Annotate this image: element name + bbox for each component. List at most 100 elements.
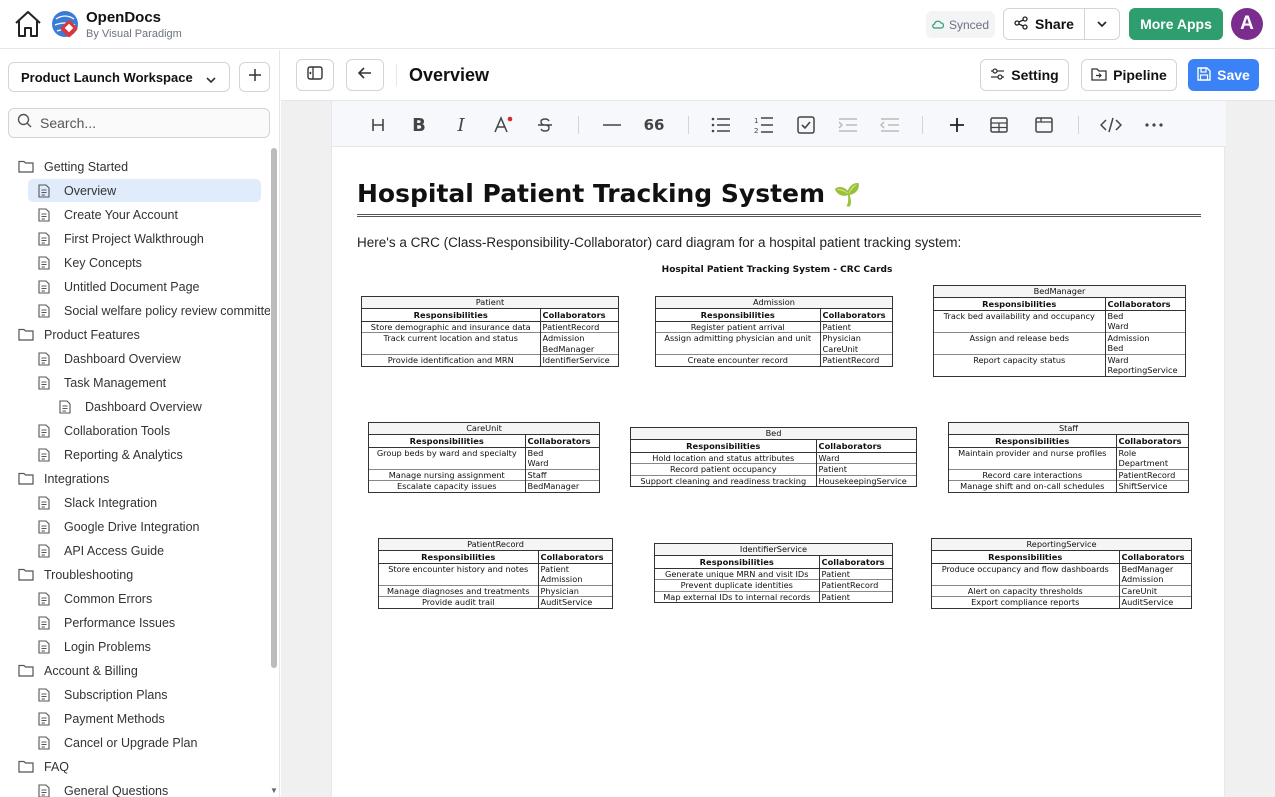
code-icon[interactable] <box>1098 112 1124 138</box>
outdent-icon[interactable] <box>877 112 903 138</box>
scroll-down-icon[interactable]: ▼ <box>270 786 278 795</box>
pipeline-button[interactable]: Pipeline <box>1081 59 1177 91</box>
sidebar: Product Launch Workspace Getting Started… <box>0 50 280 797</box>
collaborators-cell: Physician CareUnit <box>819 332 892 355</box>
workspace-selector[interactable]: Product Launch Workspace <box>8 62 230 92</box>
collaborator: IdentifierService <box>542 355 610 365</box>
back-button[interactable] <box>346 59 384 91</box>
collaborators-cell: BedManager Admission <box>1118 563 1191 585</box>
text-color-icon[interactable] <box>490 112 516 138</box>
sidebar-item[interactable]: General Questions <box>0 779 168 797</box>
collaborator: Patient <box>540 563 570 574</box>
sidebar-item[interactable]: Untitled Document Page <box>0 275 200 298</box>
crc-table: Responsibilities Collaborators Group beds … <box>369 435 599 492</box>
collaborators-cell: Admission Bed <box>1104 331 1185 354</box>
collaborator: Ward <box>1107 354 1129 365</box>
responsibility-cell: Create encounter record <box>656 354 820 366</box>
sidebar-item[interactable]: Collaboration Tools <box>0 419 170 442</box>
table-icon[interactable] <box>986 112 1012 138</box>
plus-icon[interactable] <box>944 112 970 138</box>
sidebar-item[interactable]: Dashboard Overview <box>0 347 181 370</box>
sidebar-item[interactable]: Dashboard Overview <box>0 395 202 418</box>
italic-icon[interactable]: I <box>448 112 474 138</box>
document-icon <box>38 423 50 438</box>
bullet-list-icon[interactable] <box>708 112 734 138</box>
strikethrough-icon[interactable] <box>532 112 558 138</box>
document-icon <box>59 399 71 414</box>
sidebar-item[interactable]: Create Your Account <box>0 203 178 226</box>
document-editor[interactable]: B I 66 12 Hospital Patient Tracking Syst… <box>331 101 1226 797</box>
horizontal-rule-icon[interactable] <box>599 112 625 138</box>
sidebar-item[interactable]: Key Concepts <box>0 251 142 274</box>
sidebar-scrollbar[interactable] <box>271 148 277 668</box>
sidebar-folder[interactable]: Integrations <box>0 467 109 490</box>
sidebar-item[interactable]: Payment Methods <box>0 707 165 730</box>
sidebar-item-label: Overview <box>64 183 117 198</box>
search-input[interactable] <box>40 115 250 131</box>
document-icon <box>38 735 50 750</box>
sidebar-item[interactable]: First Project Walkthrough <box>0 227 204 250</box>
chevron-down-icon <box>205 72 217 87</box>
sidebar-folder[interactable]: Getting Started <box>0 155 128 178</box>
share-button[interactable]: Share <box>1003 8 1085 40</box>
svg-text:1: 1 <box>754 117 758 125</box>
sidebar-folder[interactable]: Product Features <box>0 323 140 346</box>
checklist-icon[interactable] <box>793 112 819 138</box>
sidebar-item[interactable]: Performance Issues <box>0 611 175 634</box>
crc-class-name: Admission <box>656 297 892 309</box>
crc-card: BedManager Responsibilities Collaborators T… <box>933 285 1186 377</box>
crc-table: Responsibilities Collaborators Generate un… <box>655 556 892 602</box>
document-icon <box>38 303 50 318</box>
more-options-icon[interactable] <box>1141 112 1167 138</box>
collaborators-cell: CareUnit <box>1118 584 1191 597</box>
sidebar-item[interactable]: API Access Guide <box>0 539 164 562</box>
sidebar-item[interactable]: Login Problems <box>0 635 151 658</box>
user-avatar[interactable]: A <box>1231 8 1263 40</box>
toggle-sidebar-button[interactable] <box>296 59 334 91</box>
sidebar-folder[interactable]: FAQ <box>0 755 69 778</box>
sidebar-item-label: Untitled Document Page <box>64 279 200 294</box>
sidebar-folder[interactable]: Account & Billing <box>0 659 138 682</box>
plus-icon <box>248 68 262 87</box>
collaborators-cell: BedManager <box>524 480 599 492</box>
divider <box>396 64 397 86</box>
sidebar-item-label: Google Drive Integration <box>64 519 200 534</box>
sidebar-item[interactable]: Cancel or Upgrade Plan <box>0 731 197 754</box>
more-apps-button[interactable]: More Apps <box>1129 8 1223 40</box>
crc-table: Responsibilities Collaborators Register pa… <box>656 309 892 366</box>
indent-icon[interactable] <box>835 112 861 138</box>
sidebar-item-label: Slack Integration <box>64 495 158 510</box>
save-icon <box>1197 66 1211 84</box>
collaborators-cell: Patient <box>818 568 892 580</box>
page-title: Overview <box>409 65 490 85</box>
document-icon <box>38 543 50 558</box>
share-dropdown-button[interactable] <box>1084 8 1120 40</box>
heading-icon[interactable] <box>365 112 391 138</box>
arrow-left-icon <box>357 66 372 84</box>
responsibility-cell: Register patient arrival <box>690 321 785 332</box>
collaborators-cell: Patient <box>815 463 916 475</box>
add-workspace-button[interactable] <box>239 62 270 92</box>
bold-icon[interactable]: B <box>406 112 432 138</box>
sidebar-item[interactable]: Task Management <box>0 371 166 394</box>
quote-icon[interactable]: 66 <box>641 112 667 138</box>
collaborator: Department <box>1118 458 1169 468</box>
sidebar-item[interactable]: Overview <box>28 179 261 202</box>
numbered-list-icon[interactable]: 12 <box>751 112 777 138</box>
setting-button[interactable]: Setting <box>980 59 1069 91</box>
sidebar-item[interactable]: Common Errors <box>0 587 152 610</box>
document-icon <box>38 591 50 606</box>
sidebar-item[interactable]: Reporting & Analytics <box>0 443 183 466</box>
collaborator: PatientRecord <box>822 355 880 365</box>
sidebar-item[interactable]: Slack Integration <box>0 491 157 514</box>
embed-window-icon[interactable] <box>1031 112 1057 138</box>
sidebar-folder[interactable]: Troubleshooting <box>0 563 133 586</box>
collaborator: ReportingService <box>1107 365 1178 375</box>
save-button[interactable]: Save <box>1188 59 1259 91</box>
sidebar-item[interactable]: Google Drive Integration <box>0 515 200 538</box>
collaborators-cell: AuditService <box>537 596 612 608</box>
sidebar-item[interactable]: Subscription Plans <box>0 683 168 706</box>
sidebar-item-label: Getting Started <box>44 159 129 174</box>
home-icon[interactable] <box>13 10 43 38</box>
sidebar-item[interactable]: Social welfare policy review committee <box>0 299 270 322</box>
